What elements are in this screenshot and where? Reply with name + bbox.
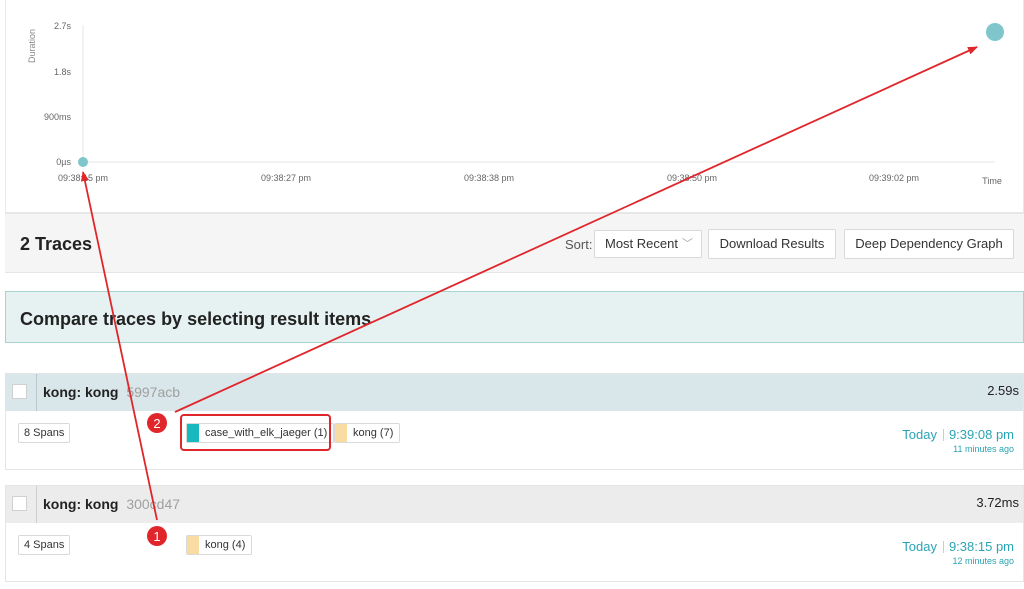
sort-select[interactable]: Most Recent ﹀ xyxy=(594,230,702,258)
service-tag-case-with-elk-jaeger: case_with_elk_jaeger (1) xyxy=(186,423,335,443)
download-results-button[interactable]: Download Results xyxy=(708,229,836,259)
header-divider xyxy=(36,486,37,523)
span-count-tag: 4 Spans xyxy=(18,535,71,555)
trace-select-checkbox[interactable] xyxy=(12,384,27,399)
time-divider xyxy=(943,429,944,441)
trace-title: kong: kong 5997acb xyxy=(43,384,180,400)
trace-name: kong: kong xyxy=(43,384,119,400)
trace-title: kong: kong 300cd47 xyxy=(43,496,180,512)
y-axis-label: Duration xyxy=(27,29,37,63)
service-tag-kong: kong (7) xyxy=(334,423,401,443)
x-tick-label: 09:38:27 pm xyxy=(261,173,311,183)
sort-select-value: Most Recent xyxy=(605,236,678,251)
y-tick-label: 2.7s xyxy=(54,21,72,31)
service-tag-label: case_with_elk_jaeger (1) xyxy=(205,427,328,439)
service-color-swatch xyxy=(335,424,347,442)
traces-count-title: 2 Traces xyxy=(20,234,93,254)
trace-date: Today xyxy=(902,539,937,554)
service-tag-label: kong (4) xyxy=(205,539,246,551)
trace-duration: 2.59s xyxy=(987,383,1019,398)
span-count-tag: 8 Spans xyxy=(18,423,71,443)
trace-time: 9:39:08 pm xyxy=(948,427,1014,442)
trace-date: Today xyxy=(902,427,937,442)
trace-duration: 3.72ms xyxy=(976,495,1019,510)
trace-id: 300cd47 xyxy=(126,496,181,512)
deep-dependency-graph-button[interactable]: Deep Dependency Graph xyxy=(844,229,1014,259)
x-tick-label: 09:39:02 pm xyxy=(869,173,919,183)
trace-point-5997acb[interactable] xyxy=(986,23,1004,41)
trace-select-checkbox[interactable] xyxy=(12,496,27,511)
trace-point-300cd47[interactable] xyxy=(78,157,88,167)
trace-result-item[interactable]: kong: kong 5997acb 2.59s 8 Spans case_wi… xyxy=(5,373,1024,470)
y-tick-label: 0µs xyxy=(56,157,71,167)
service-color-swatch xyxy=(187,536,199,554)
x-tick-label: 09:38:38 pm xyxy=(464,173,514,183)
chevron-down-icon: ﹀ xyxy=(682,238,693,250)
compare-banner-text: Compare traces by selecting result items xyxy=(20,309,372,329)
trace-header[interactable]: kong: kong 300cd47 3.72ms xyxy=(6,486,1023,523)
trace-relative-time: 12 minutes ago xyxy=(952,556,1014,566)
trace-header[interactable]: kong: kong 5997acb 2.59s xyxy=(6,374,1023,411)
results-header: 2 Traces Sort: Most Recent ﹀ Download Re… xyxy=(5,213,1024,273)
scatter-plot-svg: Duration 2.7s 1.8s 900ms 0µs 09:38:15 pm… xyxy=(27,21,1004,186)
x-axis-label: Time xyxy=(982,176,1002,186)
trace-name: kong: kong xyxy=(43,496,119,512)
x-tick-label: 09:38:50 pm xyxy=(667,173,717,183)
header-divider xyxy=(36,374,37,411)
y-tick-label: 900ms xyxy=(44,112,72,122)
sort-label: Sort: xyxy=(565,237,593,252)
service-tag-label: kong (7) xyxy=(353,427,394,439)
x-tick-label: 09:38:15 pm xyxy=(58,173,108,183)
service-color-swatch xyxy=(187,424,199,442)
trace-time: 9:38:15 pm xyxy=(948,539,1014,554)
trace-id: 5997acb xyxy=(126,384,181,400)
service-tag-kong: kong (4) xyxy=(186,535,253,555)
trace-result-item[interactable]: kong: kong 300cd47 3.72ms 4 Spans kong (… xyxy=(5,485,1024,582)
trace-relative-time: 11 minutes ago xyxy=(953,444,1014,454)
y-tick-label: 1.8s xyxy=(54,67,72,77)
compare-banner: Compare traces by selecting result items xyxy=(5,291,1024,343)
time-divider xyxy=(943,541,944,553)
